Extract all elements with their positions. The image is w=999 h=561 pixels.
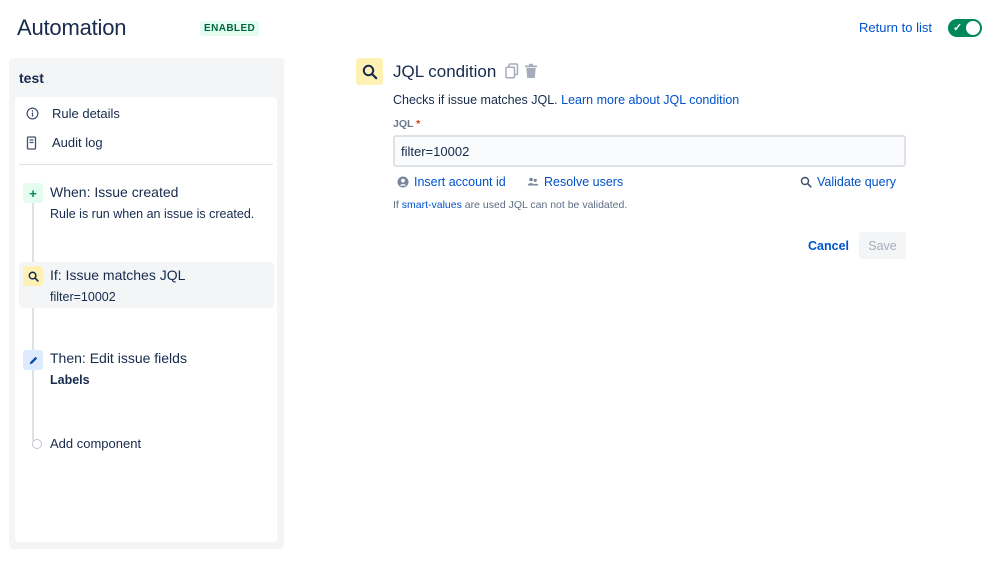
check-icon: ✓ — [953, 22, 963, 34]
search-icon — [23, 266, 43, 286]
menu-item-audit-log[interactable]: Audit log — [25, 135, 103, 150]
pencil-icon — [23, 350, 43, 370]
cancel-button[interactable]: Cancel — [798, 233, 859, 259]
trigger-step[interactable]: + When: Issue created Rule is run when a… — [19, 177, 274, 225]
insert-account-id-button[interactable]: Insert account id — [397, 175, 506, 189]
rule-sidebar: test Rule details Audit log + When: Issu… — [9, 58, 284, 549]
add-component-label: Add component — [50, 436, 142, 451]
menu-item-label: Audit log — [52, 135, 103, 150]
insert-account-id-label: Insert account id — [414, 175, 506, 189]
menu-item-label: Rule details — [52, 106, 120, 121]
rule-components-card: Rule details Audit log + When: Issue cre… — [15, 97, 277, 542]
return-to-list-link[interactable]: Return to list — [859, 20, 932, 35]
step-title: Then: Edit issue fields — [50, 350, 187, 366]
toggle-knob — [966, 21, 980, 35]
rule-name: test — [19, 70, 44, 86]
plus-icon: + — [23, 183, 43, 203]
save-button[interactable]: Save — [859, 232, 906, 259]
timeline-line — [32, 197, 34, 441]
smart-values-hint: If smart-values are used JQL can not be … — [393, 199, 627, 211]
condition-description: Checks if issue matches JQL. Learn more … — [393, 93, 739, 107]
condition-title: JQL condition — [393, 62, 497, 81]
hint-suffix: are used JQL can not be validated. — [464, 199, 628, 211]
add-component-button[interactable]: Add component — [19, 433, 274, 455]
condition-description-text: Checks if issue matches JQL. — [393, 93, 558, 107]
resolve-users-label: Resolve users — [544, 175, 624, 189]
validate-query-label: Validate query — [817, 175, 896, 189]
condition-step[interactable]: If: Issue matches JQL filter=10002 — [19, 262, 274, 308]
resolve-users-button[interactable]: Resolve users — [527, 175, 623, 189]
copy-icon[interactable] — [505, 63, 519, 84]
step-subtitle: Rule is run when an issue is created. — [50, 207, 255, 221]
jql-input[interactable] — [393, 135, 906, 167]
divider — [19, 164, 273, 165]
info-icon — [25, 107, 39, 121]
jql-field-label: JQL * — [393, 118, 420, 130]
status-badge: ENABLED — [200, 21, 260, 36]
users-icon — [527, 176, 539, 188]
hint-prefix: If — [393, 199, 399, 211]
action-step[interactable]: Then: Edit issue fields Labels — [19, 347, 274, 393]
search-icon — [356, 58, 383, 85]
search-icon — [800, 176, 812, 188]
step-subtitle: filter=10002 — [50, 290, 116, 304]
required-marker: * — [416, 118, 421, 130]
step-title: When: Issue created — [50, 184, 179, 200]
document-icon — [25, 135, 39, 150]
jql-label-text: JQL — [393, 118, 414, 130]
learn-more-link[interactable]: Learn more about JQL condition — [561, 93, 739, 107]
validate-query-button[interactable]: Validate query — [800, 175, 896, 189]
rule-enabled-toggle[interactable]: ✓ — [948, 19, 982, 37]
app-title: Automation — [17, 15, 127, 40]
add-component-dot — [32, 439, 42, 449]
user-icon — [397, 176, 409, 188]
trash-icon[interactable] — [524, 63, 538, 84]
step-subtitle: Labels — [50, 373, 90, 387]
menu-item-rule-details[interactable]: Rule details — [25, 106, 120, 121]
smart-values-link[interactable]: smart-values — [402, 199, 462, 211]
step-title: If: Issue matches JQL — [50, 267, 186, 283]
